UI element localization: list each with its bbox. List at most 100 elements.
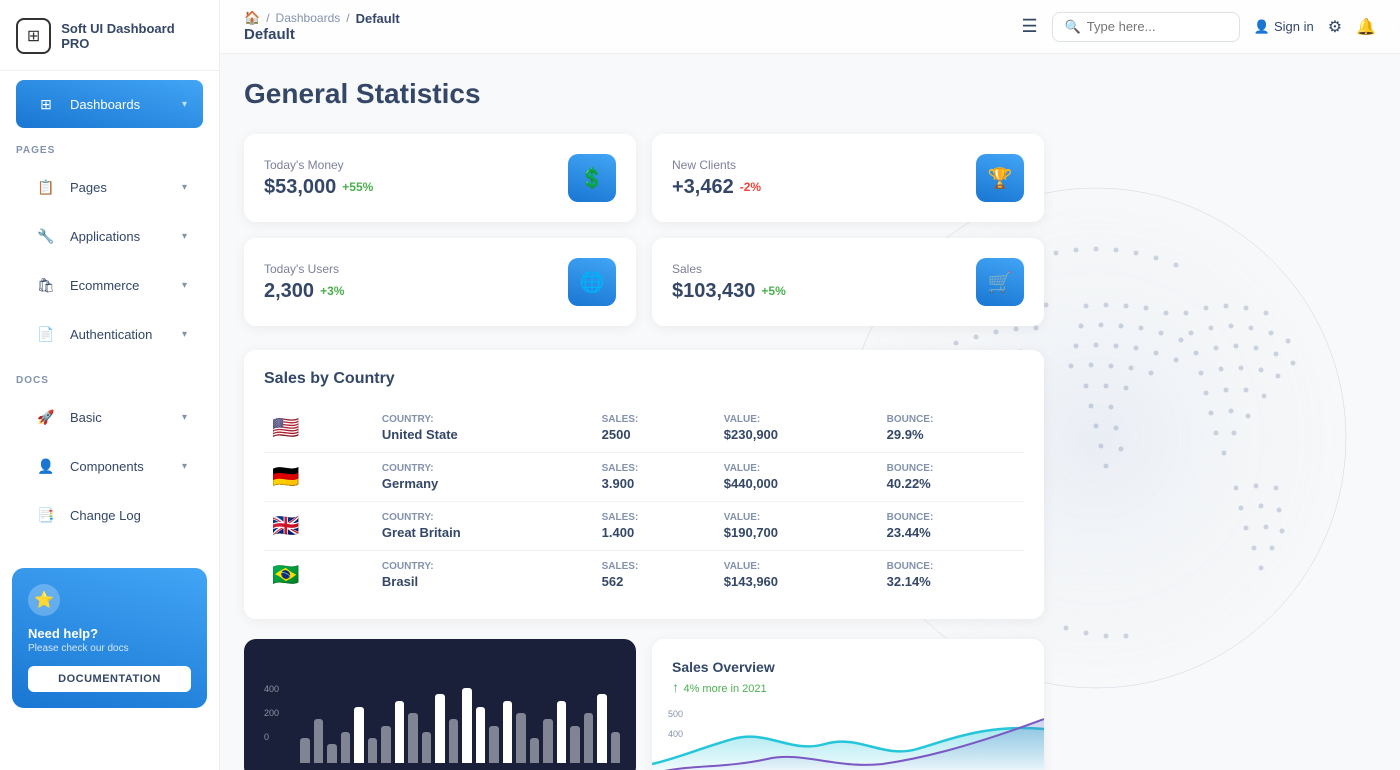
bar bbox=[597, 694, 607, 763]
sales-col-label: Sales: bbox=[602, 414, 708, 425]
sales-value: 2500 bbox=[602, 427, 708, 442]
applications-chevron: ▾ bbox=[182, 231, 187, 242]
docs-section-label: DOCS bbox=[0, 359, 219, 392]
y-label-400: 400 bbox=[264, 684, 279, 694]
dashboards-chevron: ▾ bbox=[182, 99, 187, 110]
bar bbox=[530, 738, 540, 763]
flag-icon: 🇩🇪 bbox=[272, 464, 299, 489]
hamburger-icon[interactable]: ☰ bbox=[1021, 16, 1037, 37]
flag-icon: 🇧🇷 bbox=[272, 562, 299, 587]
sidebar-item-label-basic: Basic bbox=[70, 410, 172, 425]
bar-chart-card: 400 200 0 bbox=[244, 639, 636, 770]
sidebar-item-authentication[interactable]: 📄 Authentication ▾ bbox=[16, 310, 203, 358]
sidebar-item-components[interactable]: 👤 Components ▾ bbox=[16, 442, 203, 490]
sidebar-item-dashboards[interactable]: ⊞ Dashboards ▾ bbox=[16, 80, 203, 128]
stat-sales-value: $103,430 +5% bbox=[672, 280, 786, 303]
stat-sales-change: +5% bbox=[761, 284, 785, 298]
sidebar-item-label-applications: Applications bbox=[70, 229, 172, 244]
table-row: 🇧🇷 Country: Brasil Sales: 562 Value: $14… bbox=[264, 551, 1024, 600]
ecommerce-chevron: ▾ bbox=[182, 280, 187, 291]
bounce-rate: 40.22% bbox=[887, 476, 1016, 491]
bar bbox=[300, 738, 310, 763]
home-icon: 🏠 bbox=[244, 10, 260, 26]
bar bbox=[570, 726, 580, 764]
search-box: 🔍 bbox=[1052, 12, 1240, 42]
settings-icon[interactable]: ⚙ bbox=[1328, 17, 1342, 37]
stat-card-clients: New Clients +3,462 -2% 🏆 bbox=[652, 134, 1044, 222]
sales-cell: Sales: 2500 bbox=[594, 404, 716, 453]
sales-value: 562 bbox=[602, 574, 708, 589]
y-label-200: 200 bbox=[264, 708, 279, 718]
country-flag-cell: 🇬🇧 bbox=[264, 502, 374, 551]
stat-money-value: $53,000 +55% bbox=[264, 176, 373, 199]
stat-clients-info: New Clients +3,462 -2% bbox=[672, 158, 761, 199]
sidebar-item-label-pages: Pages bbox=[70, 180, 172, 195]
dashboards-icon: ⊞ bbox=[32, 90, 60, 118]
country-col-label: Country: bbox=[382, 414, 586, 425]
sidebar-item-label-changelog: Change Log bbox=[70, 508, 187, 523]
sidebar-logo: ⊞ Soft UI Dashboard PRO bbox=[0, 0, 219, 71]
sales-overview-subtitle-wrapper: ↑ 4% more in 2021 bbox=[672, 679, 1024, 697]
y-label-0: 0 bbox=[264, 732, 279, 742]
value-cell: Value: $440,000 bbox=[716, 453, 879, 502]
sign-in-button[interactable]: 👤 Sign in bbox=[1254, 19, 1314, 35]
bar bbox=[381, 726, 391, 764]
sales-cell: Sales: 1.400 bbox=[594, 502, 716, 551]
bar bbox=[368, 738, 378, 763]
pages-section-label: PAGES bbox=[0, 129, 219, 162]
pages-icon: 📋 bbox=[32, 173, 60, 201]
main-area: 🏠 / Dashboards / Default Default ☰ 🔍 👤 S… bbox=[220, 0, 1400, 770]
bar-y-labels: 400 200 0 bbox=[264, 684, 279, 742]
line-chart-svg bbox=[652, 709, 1044, 770]
country-cell: Country: Brasil bbox=[374, 551, 594, 600]
stat-clients-value: +3,462 -2% bbox=[672, 176, 761, 199]
notifications-icon[interactable]: 🔔 bbox=[1356, 17, 1376, 37]
stat-money-label: Today's Money bbox=[264, 158, 373, 172]
breadcrumb-current: Default bbox=[356, 11, 400, 26]
authentication-icon: 📄 bbox=[32, 320, 60, 348]
sales-col-label: Sales: bbox=[602, 512, 708, 523]
sales-cell: Sales: 562 bbox=[594, 551, 716, 600]
sidebar-item-changelog[interactable]: 📑 Change Log bbox=[16, 491, 203, 539]
value-amount: $143,960 bbox=[724, 574, 871, 589]
country-flag-cell: 🇩🇪 bbox=[264, 453, 374, 502]
sidebar-item-label-dashboards: Dashboards bbox=[70, 97, 172, 112]
stat-money-icon-box: 💲 bbox=[568, 154, 616, 202]
breadcrumb-dashboards-link[interactable]: Dashboards bbox=[276, 11, 341, 25]
bar bbox=[503, 701, 513, 764]
breadcrumb-sep-2: / bbox=[346, 11, 349, 25]
changelog-icon: 📑 bbox=[32, 501, 60, 529]
stat-users-label: Today's Users bbox=[264, 262, 344, 276]
table-row: 🇺🇸 Country: United State Sales: 2500 Val… bbox=[264, 404, 1024, 453]
sidebar-item-label-components: Components bbox=[70, 459, 172, 474]
bar bbox=[449, 719, 459, 763]
search-input[interactable] bbox=[1087, 19, 1227, 34]
bar bbox=[584, 713, 594, 763]
stat-clients-change: -2% bbox=[740, 180, 761, 194]
search-icon: 🔍 bbox=[1065, 19, 1081, 35]
bounce-cell: Bounce: 23.44% bbox=[879, 502, 1024, 551]
value-cell: Value: $143,960 bbox=[716, 551, 879, 600]
value-col-label: Value: bbox=[724, 463, 871, 474]
stat-money-info: Today's Money $53,000 +55% bbox=[264, 158, 373, 199]
sales-value: 3.900 bbox=[602, 476, 708, 491]
flag-icon: 🇬🇧 bbox=[272, 513, 299, 538]
basic-icon: 🚀 bbox=[32, 403, 60, 431]
sidebar-item-basic[interactable]: 🚀 Basic ▾ bbox=[16, 393, 203, 441]
country-cell: Country: Germany bbox=[374, 453, 594, 502]
sidebar-item-pages[interactable]: 📋 Pages ▾ bbox=[16, 163, 203, 211]
country-col-label: Country: bbox=[382, 463, 586, 474]
value-cell: Value: $230,900 bbox=[716, 404, 879, 453]
components-chevron: ▾ bbox=[182, 461, 187, 472]
bar bbox=[341, 732, 351, 763]
stat-users-value: 2,300 +3% bbox=[264, 280, 344, 303]
sidebar-item-applications[interactable]: 🔧 Applications ▾ bbox=[16, 212, 203, 260]
bar bbox=[557, 701, 567, 764]
sidebar-item-label-authentication: Authentication bbox=[70, 327, 172, 342]
logo-icon: ⊞ bbox=[16, 18, 51, 54]
help-documentation-button[interactable]: DOCUMENTATION bbox=[28, 666, 191, 692]
sidebar-item-label-ecommerce: Ecommerce bbox=[70, 278, 172, 293]
bounce-col-label: Bounce: bbox=[887, 512, 1016, 523]
stat-users-icon-box: 🌐 bbox=[568, 258, 616, 306]
sidebar-item-ecommerce[interactable]: 🛍 Ecommerce ▾ bbox=[16, 261, 203, 309]
